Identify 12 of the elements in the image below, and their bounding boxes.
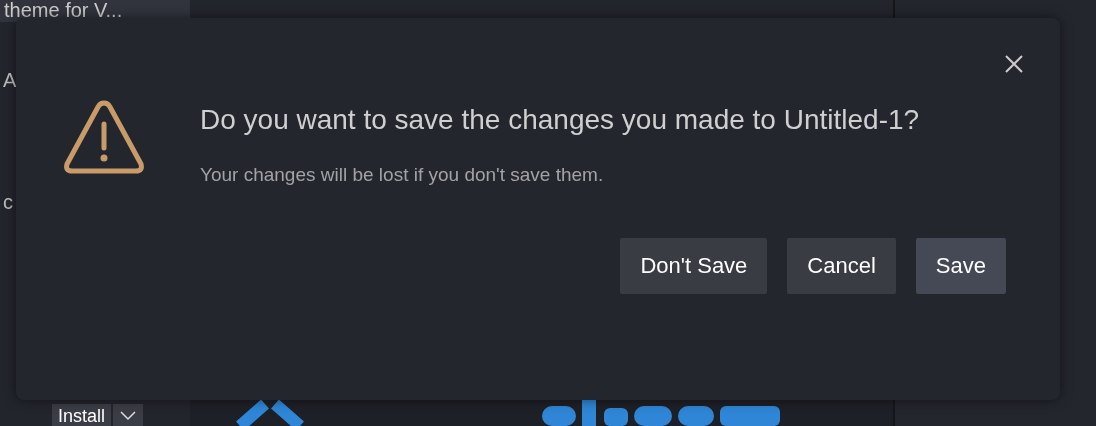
dialog-button[interactable]: Cancel	[787, 238, 896, 294]
dropdown-button[interactable]	[113, 404, 144, 426]
install-button[interactable]: Install	[52, 404, 112, 426]
chevron-down-icon	[120, 411, 137, 421]
warning-icon	[62, 98, 146, 176]
sidebar-text: c	[3, 192, 14, 212]
close-icon[interactable]	[1004, 54, 1024, 74]
dialog-message: Your changes will be lost if you don't save them.	[200, 164, 605, 186]
sidebar-text: A	[3, 70, 17, 90]
dialog-button[interactable]: Save	[915, 238, 1006, 294]
dialog-button[interactable]: Don't Save	[620, 238, 768, 294]
dialog-title: Do you want to save the changes you made to Untitled-1?	[200, 103, 921, 137]
